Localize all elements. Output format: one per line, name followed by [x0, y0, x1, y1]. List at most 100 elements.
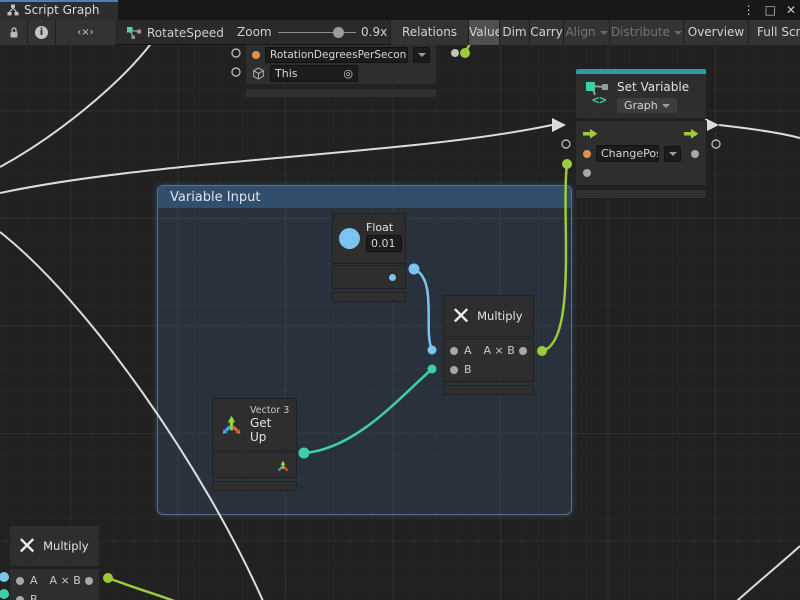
port-hollow[interactable]	[562, 140, 570, 148]
overview-button[interactable]: Overview	[683, 20, 748, 45]
node-title: Get Up	[250, 416, 290, 444]
node-set-variable[interactable]: <> Set Variable Graph	[575, 68, 707, 199]
breadcrumb-graph-name: RotateSpeed	[147, 26, 224, 40]
flow-wire-into-set-variable[interactable]	[0, 125, 552, 193]
node-type-label: Vector 3	[250, 405, 290, 416]
node-title: Float	[366, 221, 402, 234]
relations-button[interactable]: Relations	[390, 20, 468, 45]
info-icon: i	[35, 26, 48, 39]
port-variable-name[interactable]	[583, 150, 591, 158]
chevron-down-icon	[418, 53, 426, 57]
group-title: Variable Input	[170, 190, 260, 205]
script-graph-window: Script Graph ⋮ □ ✕ i ‹×›	[0, 0, 800, 600]
port-hollow[interactable]	[712, 140, 720, 148]
tab-active-indicator	[0, 0, 118, 2]
tab-title: Script Graph	[24, 3, 99, 17]
node-get-variable[interactable]: RotationDegreesPerSecond This ◎	[245, 45, 437, 98]
wire-end-dot	[460, 48, 470, 58]
dim-button[interactable]: Dim	[499, 20, 529, 45]
node-footer	[443, 385, 534, 395]
float-value-field[interactable]: 0.01	[366, 235, 402, 252]
port-value-in[interactable]	[583, 169, 591, 177]
node-float-literal[interactable]: Float 0.01	[332, 213, 406, 302]
value-wire-green[interactable]	[465, 45, 474, 53]
flow-wire[interactable]	[737, 546, 800, 600]
window-menu-icon[interactable]: ⋮	[743, 3, 755, 17]
group-header[interactable]: Variable Input	[158, 186, 571, 208]
vector3-icon	[219, 412, 244, 438]
node-multiply[interactable]: ✕ Multiply A A × B B	[443, 295, 534, 395]
flow-wire-out-of-set-variable[interactable]	[719, 125, 800, 138]
chevron-down-icon	[600, 31, 608, 35]
port-output-dot[interactable]	[451, 49, 459, 57]
gameobject-cube-icon	[252, 67, 265, 80]
port-b-in[interactable]	[450, 366, 458, 374]
node-title: Multiply	[43, 539, 88, 553]
graph-reference-icon	[126, 26, 142, 40]
wire-end-dot	[103, 573, 113, 583]
zoom-label: Zoom	[237, 20, 272, 45]
port-b-in[interactable]	[16, 596, 24, 600]
carry-button[interactable]: Carry	[529, 20, 563, 45]
variable-name-field[interactable]: RotationDegreesPerSecond	[265, 47, 408, 63]
port-value-out[interactable]	[691, 150, 699, 158]
close-icon[interactable]: ✕	[786, 3, 796, 17]
flow-arrowhead-in	[552, 118, 566, 132]
port-a-in[interactable]	[16, 577, 24, 585]
node-footer	[212, 481, 297, 491]
object-picker-icon[interactable]: ◎	[343, 67, 353, 80]
port-a-in[interactable]	[450, 347, 458, 355]
chevron-down-icon	[662, 104, 670, 108]
flow-wire[interactable]	[0, 45, 153, 167]
values-button[interactable]: Values	[468, 20, 499, 45]
port-hollow[interactable]	[232, 49, 240, 57]
port-float-out[interactable]	[389, 274, 396, 281]
code-icon: ‹×›	[77, 27, 93, 38]
zoom-slider-handle[interactable]	[333, 27, 344, 38]
flow-arrowhead-out	[705, 118, 719, 132]
svg-text:<>: <>	[592, 93, 606, 105]
breadcrumb[interactable]: RotateSpeed	[126, 20, 224, 45]
graph-toolbar: i ‹×› RotateSpeed Zoom 0.9x Relations Va…	[0, 20, 800, 45]
flow-in-port[interactable]	[583, 128, 598, 139]
port-variable-name[interactable]	[252, 51, 260, 59]
port-result-out[interactable]	[519, 347, 527, 355]
variable-dropdown-button[interactable]	[413, 47, 430, 63]
flow-out-port[interactable]	[684, 128, 699, 139]
lock-icon	[8, 26, 20, 39]
fullscreen-button[interactable]: Full Screen	[748, 20, 800, 45]
maximize-icon[interactable]: □	[765, 3, 776, 17]
info-button[interactable]: i	[27, 20, 55, 45]
node-multiply-2[interactable]: ✕ Multiply A A × B B	[9, 525, 100, 600]
target-field[interactable]: This ◎	[270, 65, 358, 82]
node-title: Multiply	[477, 309, 522, 323]
node-footer	[245, 88, 437, 98]
graph-canvas[interactable]: Variable Input	[0, 45, 800, 600]
scope-dropdown[interactable]: Graph	[617, 98, 677, 113]
set-variable-icon: <>	[584, 80, 610, 105]
wire-end-dot	[0, 572, 9, 582]
variable-dropdown-button[interactable]	[664, 146, 681, 162]
graph-icon	[7, 4, 19, 16]
distribute-dropdown[interactable]: Distribute	[609, 20, 683, 45]
tab-script-graph[interactable]: Script Graph	[0, 0, 118, 20]
code-view-button[interactable]: ‹×›	[55, 20, 115, 45]
node-vector3-get-up[interactable]: Vector 3 Get Up	[212, 398, 297, 491]
title-bar: Script Graph ⋮ □ ✕	[0, 0, 800, 20]
zoom-slider-track[interactable]	[278, 32, 356, 33]
wire-end-dot	[562, 159, 572, 169]
port-result-out[interactable]	[85, 577, 93, 585]
node-footer	[332, 292, 406, 302]
lock-button[interactable]	[0, 20, 27, 45]
multiply-x-icon: ✕	[451, 304, 471, 328]
align-dropdown[interactable]: Align	[563, 20, 609, 45]
float-icon	[339, 228, 360, 249]
chevron-down-icon	[674, 31, 682, 35]
zoom-value: 0.9x	[361, 20, 387, 45]
variable-name-field[interactable]: ChangePos	[596, 145, 659, 162]
port-hollow[interactable]	[232, 68, 240, 76]
node-title: Set Variable	[617, 80, 689, 94]
port-vector3-out[interactable]	[276, 459, 290, 473]
value-wire-green[interactable]	[108, 578, 177, 600]
chevron-down-icon	[669, 152, 677, 156]
